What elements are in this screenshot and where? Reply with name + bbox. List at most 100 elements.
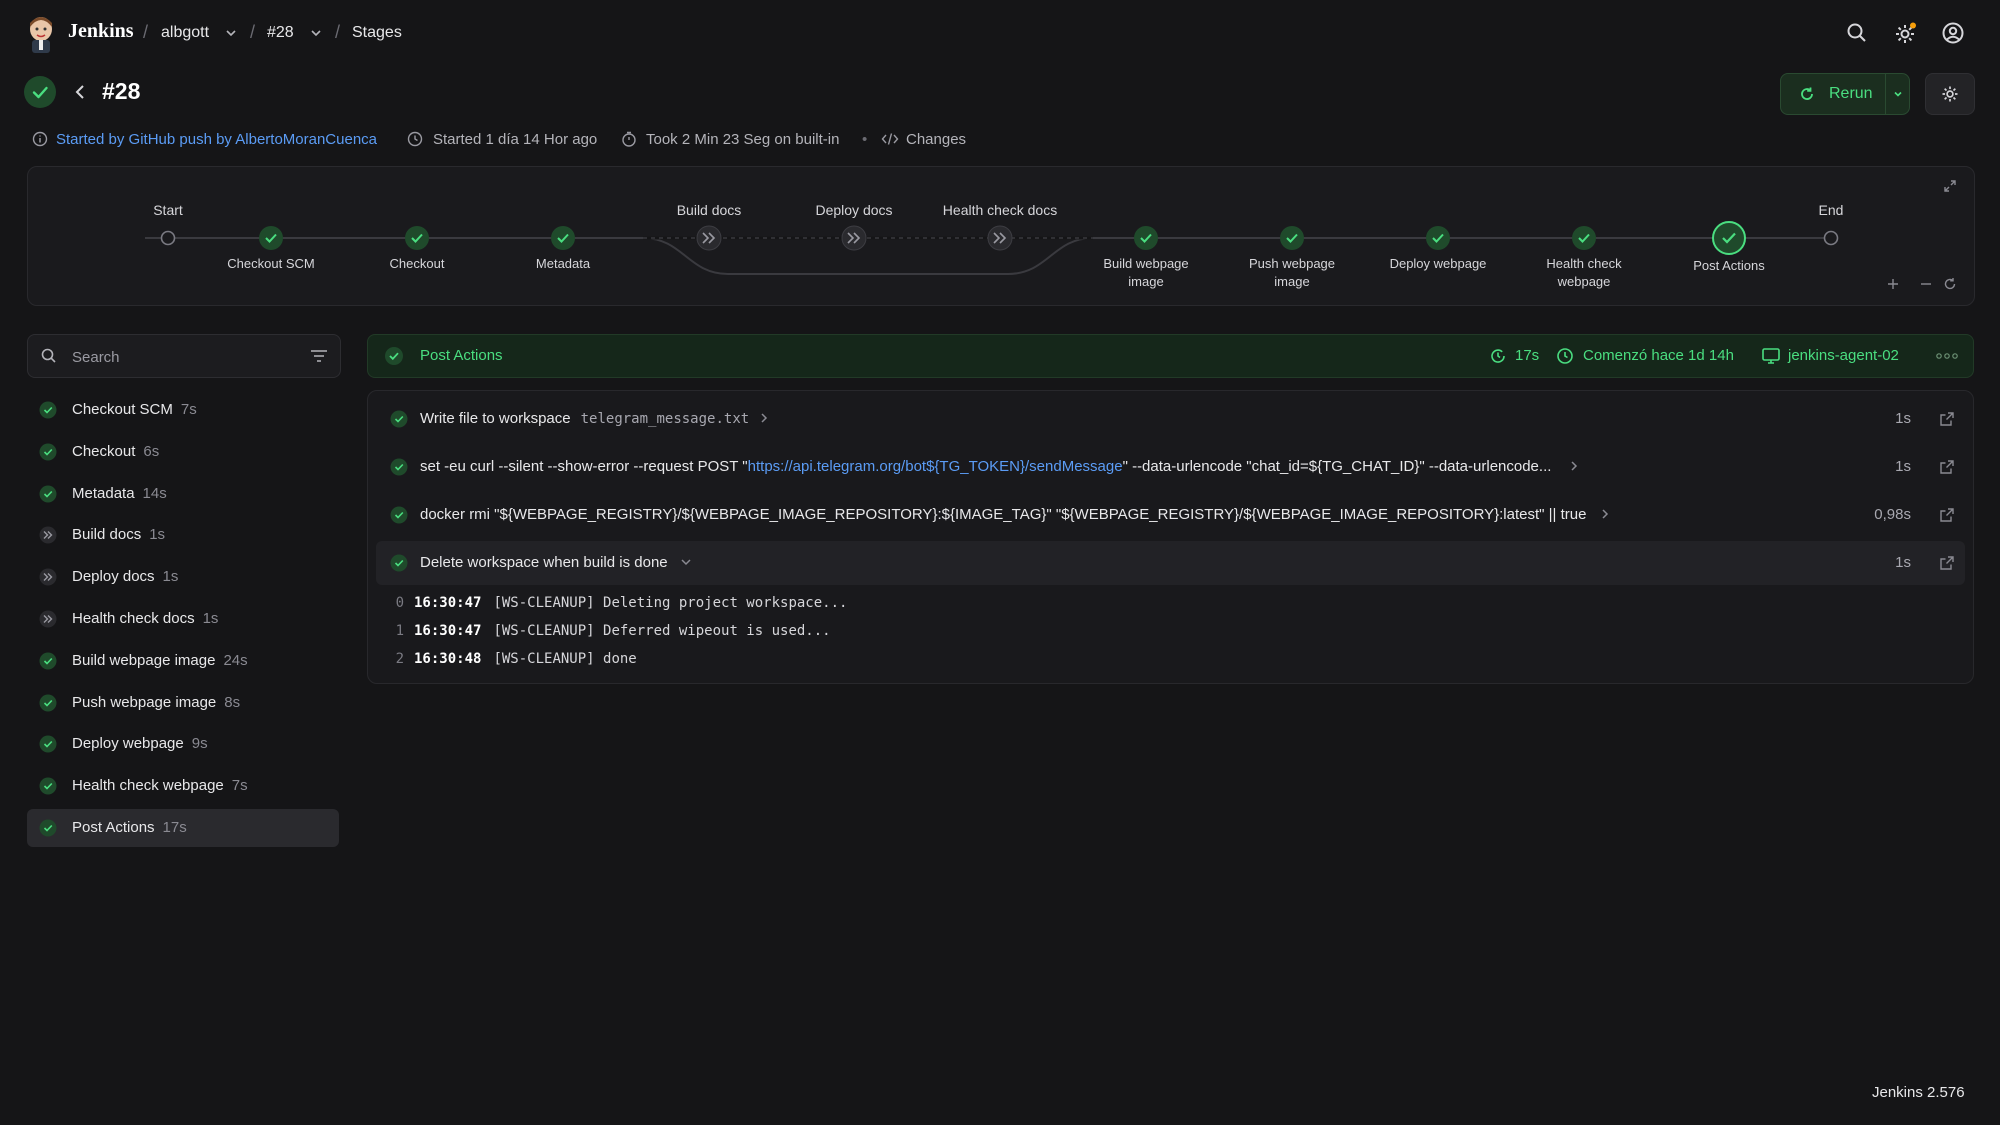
breadcrumb-stages[interactable]: Stages	[352, 24, 402, 42]
started-time: Started 1 día 14 Hor ago	[433, 131, 598, 148]
brand-name[interactable]: Jenkins	[68, 20, 134, 43]
log-message: [WS-CLEANUP] Deleting project workspace.…	[493, 595, 848, 611]
stage-name: Health check docs	[72, 610, 195, 627]
success-check-icon	[39, 485, 57, 503]
label-line: image	[1128, 274, 1164, 289]
search-icon[interactable]	[1846, 22, 1868, 44]
pipeline-graph-canvas	[145, 221, 1839, 275]
stage-search-input[interactable]	[70, 345, 294, 369]
jenkins-butler-icon	[30, 17, 52, 53]
graph-label-start: Start	[153, 202, 183, 218]
stage-header: Post Actions 17s Comenzó hace 1d 14h jen…	[367, 334, 1974, 378]
stage-header-title: Post Actions	[420, 347, 503, 364]
open-external-icon[interactable]	[1939, 555, 1955, 571]
node-checkout[interactable]	[405, 226, 429, 250]
duration-icon	[1491, 349, 1505, 363]
step-row[interactable]: docker rmi "${WEBPAGE_REGISTRY}/${WEBPAG…	[376, 493, 1965, 537]
log-line: 1 16:30:47 [WS-CLEANUP] Deferred wipeout i…	[388, 623, 831, 649]
sidebar-stage-item[interactable]: Push webpage image 8s	[27, 684, 339, 722]
success-check-icon	[39, 735, 57, 753]
sidebar-stage-item[interactable]: Deploy docs 1s	[27, 558, 339, 596]
sidebar-stage-item[interactable]: Metadata 14s	[27, 475, 339, 513]
rerun-options-button[interactable]	[1885, 74, 1910, 114]
user-avatar-icon[interactable]	[1942, 22, 1964, 44]
step-command: set -eu curl --silent --show-error --req…	[420, 458, 748, 475]
step-row[interactable]: set -eu curl --silent --show-error --req…	[376, 445, 1965, 489]
stage-duration: 7s	[180, 401, 197, 418]
skipped-icon	[39, 568, 57, 586]
stage-name: Deploy docs	[72, 568, 155, 586]
more-options-icon[interactable]	[1936, 353, 1958, 359]
node-checkout-scm[interactable]	[259, 226, 283, 250]
sidebar-stage-label: Post Actions 17s	[72, 819, 187, 836]
sidebar-stage-label: Checkout SCM 7s	[72, 401, 197, 418]
stage-name: Deploy webpage	[72, 735, 184, 753]
chevron-right-icon	[1602, 509, 1609, 519]
chevron-right-icon	[1571, 461, 1578, 471]
sidebar-stage-item[interactable]: Checkout SCM 7s	[27, 391, 339, 429]
graph-label-deploy-docs: Deploy docs	[815, 202, 893, 218]
zoom-out-icon[interactable]	[1919, 277, 1933, 291]
jenkins-version[interactable]: Jenkins 2.576	[1872, 1084, 1965, 1101]
step-row[interactable]: Write file to workspace telegram_message.…	[376, 397, 1965, 441]
node-deploy-docs[interactable]	[841, 225, 867, 251]
filter-icon[interactable]	[310, 348, 328, 364]
zoom-in-icon[interactable]	[1886, 277, 1900, 291]
stage-name: Checkout SCM	[72, 401, 173, 418]
search-icon	[41, 348, 56, 363]
success-check-icon	[39, 694, 57, 712]
chevron-down-icon[interactable]	[224, 26, 238, 40]
success-check-icon	[39, 819, 57, 837]
jenkins-logo[interactable]	[25, 15, 57, 53]
success-check-icon	[39, 652, 57, 670]
node-health-check-docs[interactable]	[987, 225, 1013, 251]
breadcrumb-separator: /	[335, 22, 341, 42]
node-post-actions-selected[interactable]	[1712, 221, 1746, 255]
breadcrumb-job[interactable]: albgott	[161, 24, 209, 42]
log-timestamp: 16:30:48	[414, 651, 482, 667]
sidebar-stage-label: Health check docs 1s	[72, 610, 218, 627]
step-duration: 1s	[1895, 410, 1911, 427]
node-build-docs[interactable]	[696, 225, 722, 251]
open-external-icon[interactable]	[1939, 459, 1955, 475]
label-line: Push webpage	[1248, 256, 1336, 271]
step-row-expanded[interactable]: Delete workspace when build is done 1s	[376, 541, 1965, 585]
rerun-button[interactable]: Rerun	[1781, 74, 1883, 114]
sidebar-stage-item[interactable]: Build webpage image 24s	[27, 642, 339, 680]
sidebar-stage-item[interactable]: Checkout 6s	[27, 433, 339, 471]
sidebar-stage-item[interactable]: Health check webpage 7s	[27, 767, 339, 805]
manage-gear-icon[interactable]	[1893, 22, 1917, 46]
step-name: Write file to workspace	[420, 410, 571, 427]
sidebar-stage-label: Checkout 6s	[72, 443, 159, 460]
sidebar-stage-item[interactable]: Health check docs 1s	[27, 600, 339, 638]
started-by-link[interactable]: Started by GitHub push by AlbertoMoranCu…	[56, 131, 377, 148]
node-deploy-webpage[interactable]	[1426, 226, 1450, 250]
chevron-down-icon[interactable]	[309, 26, 323, 40]
sidebar-stage-label: Metadata 14s	[72, 485, 167, 502]
step-url-link[interactable]: https://api.telegram.org/bot${TG_TOKEN}/…	[748, 458, 1123, 475]
node-health-check-webpage[interactable]	[1572, 226, 1596, 250]
stage-duration: 1s	[162, 568, 179, 586]
stage-duration: 17s	[1515, 347, 1540, 364]
node-push-webpage-image[interactable]	[1280, 226, 1304, 250]
pipeline-start-node	[160, 230, 176, 246]
breadcrumb-build[interactable]: #28	[267, 24, 294, 42]
top-bar: Jenkins / albgott / #28 / Stages	[0, 0, 2000, 70]
expand-icon[interactable]	[1943, 179, 1957, 193]
graph-label-push-webpage-image: Push webpage image	[1249, 255, 1335, 291]
sidebar-stage-item[interactable]: Deploy webpage 9s	[27, 725, 339, 763]
log-line-number: 2	[395, 651, 404, 667]
build-settings-button[interactable]	[1925, 73, 1975, 115]
changes-link[interactable]: Changes	[906, 131, 966, 148]
open-external-icon[interactable]	[1939, 411, 1955, 427]
sidebar-stage-item[interactable]: Build docs 1s	[27, 516, 339, 554]
reset-zoom-icon[interactable]	[1943, 277, 1957, 291]
skipped-icon	[39, 610, 57, 628]
stage-agent-link[interactable]: jenkins-agent-02	[1788, 347, 1899, 364]
node-build-webpage-image[interactable]	[1134, 226, 1158, 250]
node-metadata[interactable]	[551, 226, 575, 250]
stage-duration: 17s	[162, 819, 187, 836]
open-external-icon[interactable]	[1939, 507, 1955, 523]
sidebar-stage-item[interactable]: Post Actions 17s	[27, 809, 339, 847]
back-chevron-icon[interactable]	[72, 83, 88, 101]
